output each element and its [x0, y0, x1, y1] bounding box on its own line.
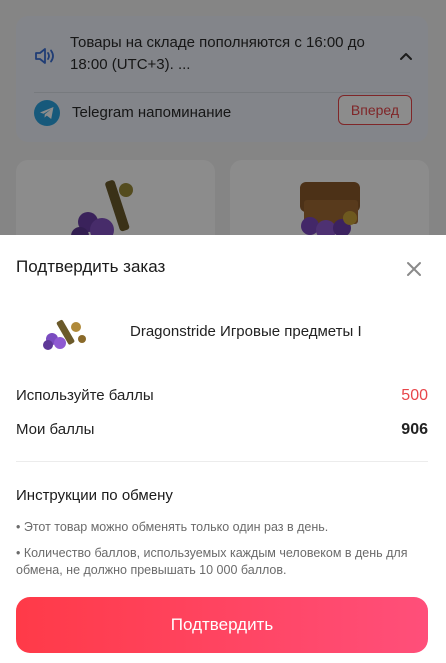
confirm-order-sheet: Подтвердить заказ Dragonstride Игровые п…	[0, 235, 446, 663]
points-to-use-row: Используйте баллы 500	[16, 387, 428, 409]
instructions-title: Инструкции по обмену	[16, 487, 173, 504]
my-points-row: Мои баллы 906	[16, 421, 428, 443]
sheet-title: Подтвердить заказ	[16, 257, 166, 276]
instruction-item: • Количество баллов, используемых каждым…	[16, 546, 408, 577]
my-points-value: 906	[401, 421, 428, 438]
my-points-label: Мои баллы	[16, 421, 95, 438]
product-name: Dragonstride Игровые предметы I	[130, 323, 362, 340]
instruction-item: • Этот товар можно обменять только один …	[16, 520, 329, 534]
points-to-use-label: Используйте баллы	[16, 387, 154, 404]
product-thumbnail	[43, 319, 86, 350]
points-to-use-value: 500	[401, 387, 428, 404]
divider	[16, 461, 428, 462]
close-icon[interactable]	[404, 259, 424, 279]
confirm-button[interactable]: Подтвердить	[16, 597, 428, 653]
